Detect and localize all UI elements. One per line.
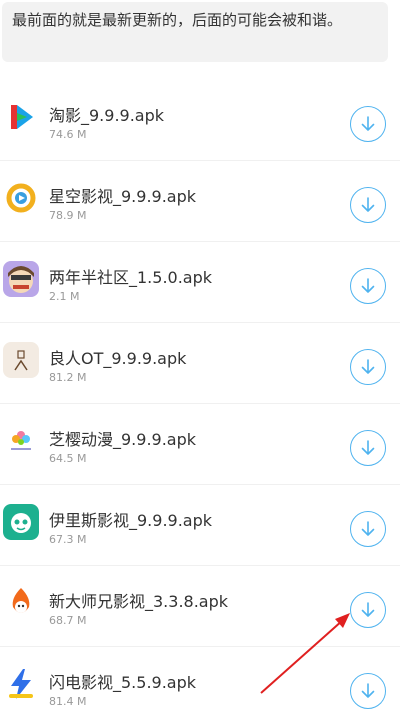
download-button[interactable] <box>350 187 386 223</box>
download-button[interactable] <box>350 268 386 304</box>
list-item: 伊里斯影视_9.9.9.apk 67.3 M <box>0 485 400 566</box>
app-name: 伊里斯影视_9.9.9.apk <box>49 511 213 530</box>
download-arrow-icon <box>361 440 375 455</box>
shandian-app-icon <box>3 666 39 702</box>
download-arrow-icon <box>361 197 375 212</box>
download-button[interactable] <box>350 592 386 628</box>
app-size: 68.7 M <box>49 614 87 627</box>
download-arrow-icon <box>361 683 375 698</box>
app-size: 78.9 M <box>49 209 87 222</box>
download-arrow-icon <box>361 359 375 374</box>
download-button[interactable] <box>350 430 386 466</box>
zhiying-app-icon <box>3 423 39 459</box>
app-name: 淘影_9.9.9.apk <box>49 106 165 125</box>
taoying-app-icon <box>3 99 39 135</box>
app-name: 新大师兄影视_3.3.8.apk <box>49 592 229 611</box>
dashixiong-app-icon <box>3 585 39 621</box>
app-name: 星空影视_9.9.9.apk <box>49 187 197 206</box>
download-arrow-icon <box>361 602 375 617</box>
download-button[interactable] <box>350 511 386 547</box>
app-size: 81.4 M <box>49 695 87 708</box>
app-size: 64.5 M <box>49 452 87 465</box>
app-size: 2.1 M <box>49 290 80 303</box>
list-item: 良人OT_9.9.9.apk 81.2 M <box>0 323 400 404</box>
list-item: 星空影视_9.9.9.apk 78.9 M <box>0 161 400 242</box>
notice-banner: 最前面的就是最新更新的，后面的可能会被和谐。 <box>2 2 388 62</box>
download-button[interactable] <box>350 349 386 385</box>
download-button[interactable] <box>350 106 386 142</box>
download-arrow-icon <box>361 116 375 131</box>
app-name: 良人OT_9.9.9.apk <box>49 349 187 368</box>
app-name: 两年半社区_1.5.0.apk <box>49 268 213 287</box>
app-name: 闪电影视_5.5.9.apk <box>49 673 197 692</box>
download-arrow-icon <box>361 278 375 293</box>
liangren-app-icon <box>3 342 39 378</box>
list-item: 两年半社区_1.5.0.apk 2.1 M <box>0 242 400 323</box>
xingkong-app-icon <box>3 180 39 216</box>
list-item: 芝樱动漫_9.9.9.apk 64.5 M <box>0 404 400 485</box>
app-size: 67.3 M <box>49 533 87 546</box>
notice-text: 最前面的就是最新更新的，后面的可能会被和谐。 <box>12 11 343 29</box>
download-arrow-icon <box>361 521 375 536</box>
app-name: 芝樱动漫_9.9.9.apk <box>49 430 197 449</box>
yilisi-app-icon <box>3 504 39 540</box>
liangnianban-app-icon <box>3 261 39 297</box>
app-size: 74.6 M <box>49 128 87 141</box>
app-size: 81.2 M <box>49 371 87 384</box>
download-button[interactable] <box>350 673 386 709</box>
red-pointer-arrow <box>260 613 350 694</box>
list-item: 淘影_9.9.9.apk 74.6 M <box>0 80 400 161</box>
